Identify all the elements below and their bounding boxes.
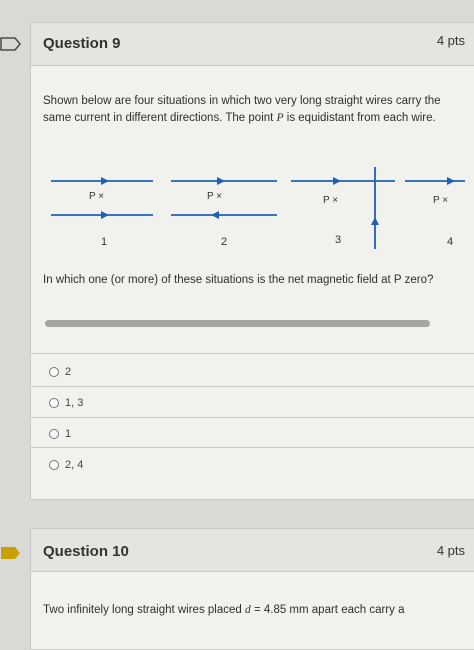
- answer-label: 2: [65, 366, 72, 378]
- answer-label: 2, 4: [65, 459, 84, 471]
- question-9-card: Question 9 4 pts Shown below are four si…: [30, 22, 474, 500]
- situation-label: 1: [101, 236, 107, 248]
- arrow-right-icon: [333, 177, 341, 185]
- answer-option[interactable]: 1, 3: [49, 397, 83, 409]
- divider: [31, 386, 474, 387]
- point-p-label: P ×: [323, 195, 338, 206]
- point-variable: P: [276, 112, 284, 124]
- situation-label: 4: [447, 236, 453, 248]
- radio-button[interactable]: [49, 367, 59, 377]
- divider: [31, 447, 474, 448]
- situation-label: 3: [335, 234, 341, 246]
- situation-label: 2: [221, 236, 227, 248]
- point-p-label: P ×: [433, 195, 448, 206]
- divider: [31, 417, 474, 418]
- answer-label: 1: [65, 428, 72, 440]
- radio-button[interactable]: [49, 460, 59, 470]
- bookmark-flag-outline-icon[interactable]: [0, 36, 22, 52]
- divider-bar: [45, 320, 430, 327]
- bookmark-flag-filled-icon[interactable]: [0, 545, 22, 561]
- arrow-right-icon: [101, 177, 109, 185]
- wire-situations-diagram: P × 1 P × 2 P × 3 P × 4: [51, 167, 465, 249]
- situation-1: P × 1: [51, 177, 153, 248]
- situation-4: P × 4: [405, 177, 465, 248]
- radio-button[interactable]: [49, 429, 59, 439]
- arrow-right-icon: [217, 177, 225, 185]
- stem-text-part: Two infinitely long straight wires place…: [43, 604, 245, 616]
- answer-option[interactable]: 2: [49, 366, 71, 378]
- arrow-up-icon: [371, 217, 379, 225]
- question-points: 4 pts: [436, 33, 465, 48]
- situation-3: P × 3: [291, 167, 395, 249]
- stem-text-part: is equidistant from each wire.: [283, 112, 436, 124]
- question-10-card: Question 10 4 pts Two infinitely long st…: [30, 528, 474, 650]
- answer-option[interactable]: 2, 4: [49, 459, 83, 471]
- question-prompt: In which one (or more) of these situatio…: [43, 274, 434, 286]
- radio-button[interactable]: [49, 398, 59, 408]
- question-stem: Two infinitely long straight wires place…: [43, 604, 473, 616]
- arrow-left-icon: [211, 211, 219, 219]
- answer-option[interactable]: 1: [49, 428, 71, 440]
- question-10-header: Question 10 4 pts: [31, 529, 474, 572]
- situation-2: P × 2: [171, 177, 277, 248]
- point-p-label: P ×: [89, 191, 104, 202]
- question-9-header: Question 9 4 pts: [31, 23, 474, 66]
- question-stem: Shown below are four situations in which…: [43, 93, 453, 127]
- divider: [31, 353, 474, 354]
- point-p-label: P ×: [207, 191, 222, 202]
- question-title: Question 10: [43, 543, 129, 560]
- question-title: Question 9: [43, 35, 121, 52]
- question-points: 4 pts: [436, 543, 465, 558]
- stem-text-part: = 4.85 mm apart each carry a: [250, 604, 405, 616]
- answer-label: 1, 3: [65, 397, 84, 409]
- arrow-right-icon: [447, 177, 455, 185]
- arrow-right-icon: [101, 211, 109, 219]
